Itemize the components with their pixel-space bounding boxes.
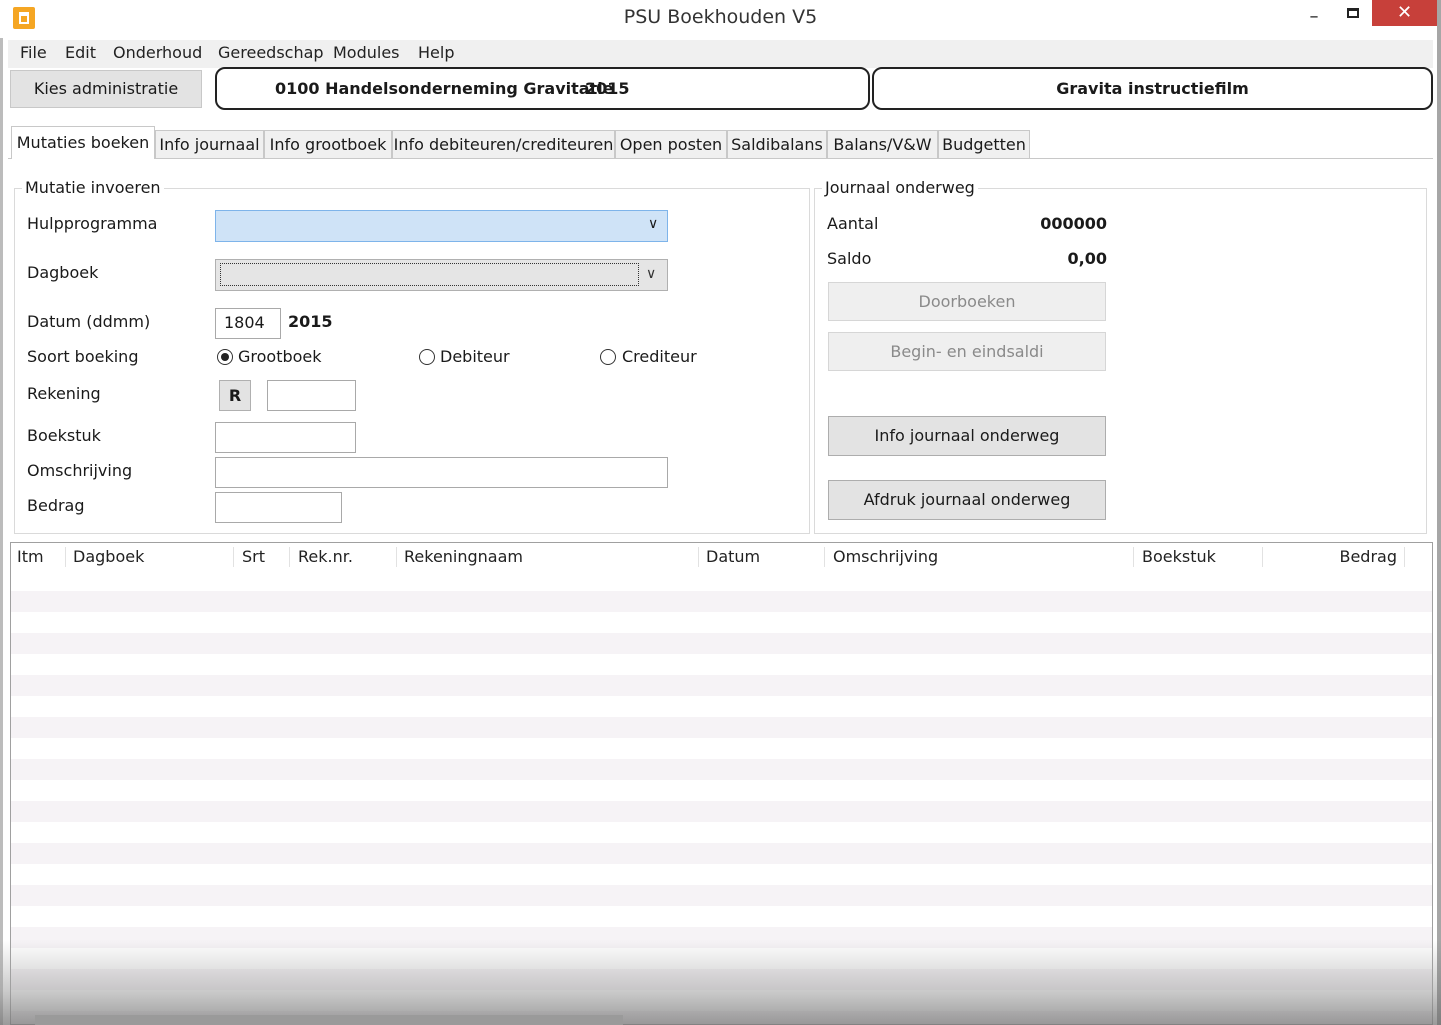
column-divider — [1404, 547, 1405, 567]
window-edge-left — [0, 0, 3, 1025]
column-header-boekstuk[interactable]: Boekstuk — [1142, 547, 1216, 566]
rekening-label: Rekening — [27, 384, 101, 403]
omschrijving-label: Omschrijving — [27, 461, 133, 480]
mutatie-group-title: Mutatie invoeren — [22, 178, 164, 197]
menu-modules[interactable]: Modules — [333, 43, 400, 62]
tab-open-posten[interactable]: Open posten — [615, 130, 727, 158]
column-divider — [289, 547, 290, 567]
crediteur-radio[interactable] — [600, 349, 616, 365]
screen-fade-overlay — [0, 940, 1441, 1025]
administratie-display: 0100 Handelsonderneming Gravitatie 2015 — [215, 67, 870, 110]
column-divider — [698, 547, 699, 567]
hulpprogramma-combobox[interactable] — [215, 210, 668, 242]
column-header-datum[interactable]: Datum — [706, 547, 760, 566]
tab-budgetten[interactable]: Budgetten — [938, 130, 1030, 158]
rekening-input[interactable] — [267, 380, 356, 411]
menu-help[interactable]: Help — [418, 43, 454, 62]
column-header-bedrag[interactable]: Bedrag — [1270, 547, 1397, 566]
window-title: PSU Boekhouden V5 — [623, 6, 818, 28]
soort-boeking-label: Soort boeking — [27, 347, 139, 366]
column-divider — [824, 547, 825, 567]
tab-info-debiteuren-crediteuren[interactable]: Info debiteuren/crediteuren — [392, 130, 615, 158]
column-header-dagboek[interactable]: Dagboek — [73, 547, 144, 566]
doorboeken-button[interactable]: Doorboeken — [828, 282, 1106, 321]
grootboek-radio[interactable] — [217, 349, 233, 365]
menu-onderhoud[interactable]: Onderhoud — [113, 43, 202, 62]
info-journaal-onderweg-button[interactable]: Info journaal onderweg — [828, 416, 1106, 456]
column-header-reknr[interactable]: Rek.nr. — [298, 547, 353, 566]
maximize-button[interactable] — [1336, 4, 1370, 30]
datum-year: 2015 — [288, 312, 333, 331]
tab-info-journaal[interactable]: Info journaal — [155, 130, 264, 158]
saldo-label: Saldo — [827, 249, 872, 268]
column-divider — [1262, 547, 1263, 567]
afdruk-journaal-onderweg-button[interactable]: Afdruk journaal onderweg — [828, 480, 1106, 520]
chevron-down-icon[interactable]: ∨ — [646, 266, 656, 282]
dagboek-value — [220, 263, 639, 286]
grootboek-label: Grootboek — [238, 347, 322, 366]
administratie-year: 2015 — [585, 79, 630, 98]
tab-mutaties-boeken[interactable]: Mutaties boeken — [11, 126, 155, 159]
begin-eindsaldi-button[interactable]: Begin- en eindsaldi — [828, 332, 1106, 371]
column-header-rekeningnaam[interactable]: Rekeningnaam — [404, 547, 523, 566]
column-divider — [65, 547, 66, 567]
boekstuk-input[interactable] — [215, 422, 356, 453]
chevron-down-icon[interactable]: ∨ — [648, 216, 666, 236]
journaal-group-title: Journaal onderweg — [822, 178, 978, 197]
datum-label: Datum (ddmm) — [27, 312, 151, 331]
boekstuk-label: Boekstuk — [27, 426, 101, 445]
hulpprogramma-label: Hulpprogramma — [27, 214, 158, 233]
kies-administratie-button[interactable]: Kies administratie — [10, 70, 202, 108]
dagboek-label: Dagboek — [27, 263, 99, 282]
window-edge-right — [1437, 0, 1441, 1025]
administratie-name: 0100 Handelsonderneming Gravitatie — [275, 79, 614, 98]
omschrijving-input[interactable] — [215, 457, 668, 488]
menu-bar: File Edit Onderhoud Gereedschap Modules … — [8, 40, 1433, 68]
instructiefilm-button[interactable]: Gravita instructiefilm — [872, 67, 1433, 110]
debiteur-label: Debiteur — [440, 347, 510, 366]
saldo-value: 0,00 — [1067, 249, 1107, 268]
column-divider — [396, 547, 397, 567]
tab-info-grootboek[interactable]: Info grootboek — [264, 130, 392, 158]
maximize-icon — [1347, 8, 1359, 18]
bedrag-label: Bedrag — [27, 496, 85, 515]
close-button[interactable]: ✕ — [1372, 0, 1437, 26]
crediteur-label: Crediteur — [622, 347, 697, 366]
menu-gereedschap[interactable]: Gereedschap — [218, 43, 324, 62]
menu-edit[interactable]: Edit — [65, 43, 96, 62]
column-divider — [233, 547, 234, 567]
aantal-value: 000000 — [1040, 214, 1107, 233]
tab-saldibalans[interactable]: Saldibalans — [727, 130, 827, 158]
title-bar: PSU Boekhouden V5 – ✕ — [0, 0, 1441, 38]
tab-balans-vw[interactable]: Balans/V&W — [827, 130, 938, 158]
bedrag-input[interactable] — [215, 492, 342, 523]
rekening-lookup-button[interactable]: R — [219, 380, 251, 411]
minimize-button[interactable]: – — [1296, 4, 1332, 30]
horizontal-scrollbar[interactable] — [35, 1015, 623, 1025]
column-header-srt[interactable]: Srt — [242, 547, 265, 566]
column-header-itm[interactable]: Itm — [17, 547, 44, 566]
column-divider — [1133, 547, 1134, 567]
tab-strip-line — [8, 158, 1433, 159]
aantal-label: Aantal — [827, 214, 879, 233]
column-header-omschrijving[interactable]: Omschrijving — [833, 547, 938, 566]
menu-file[interactable]: File — [20, 43, 47, 62]
debiteur-radio[interactable] — [419, 349, 435, 365]
datum-input[interactable]: 1804 — [215, 308, 281, 339]
